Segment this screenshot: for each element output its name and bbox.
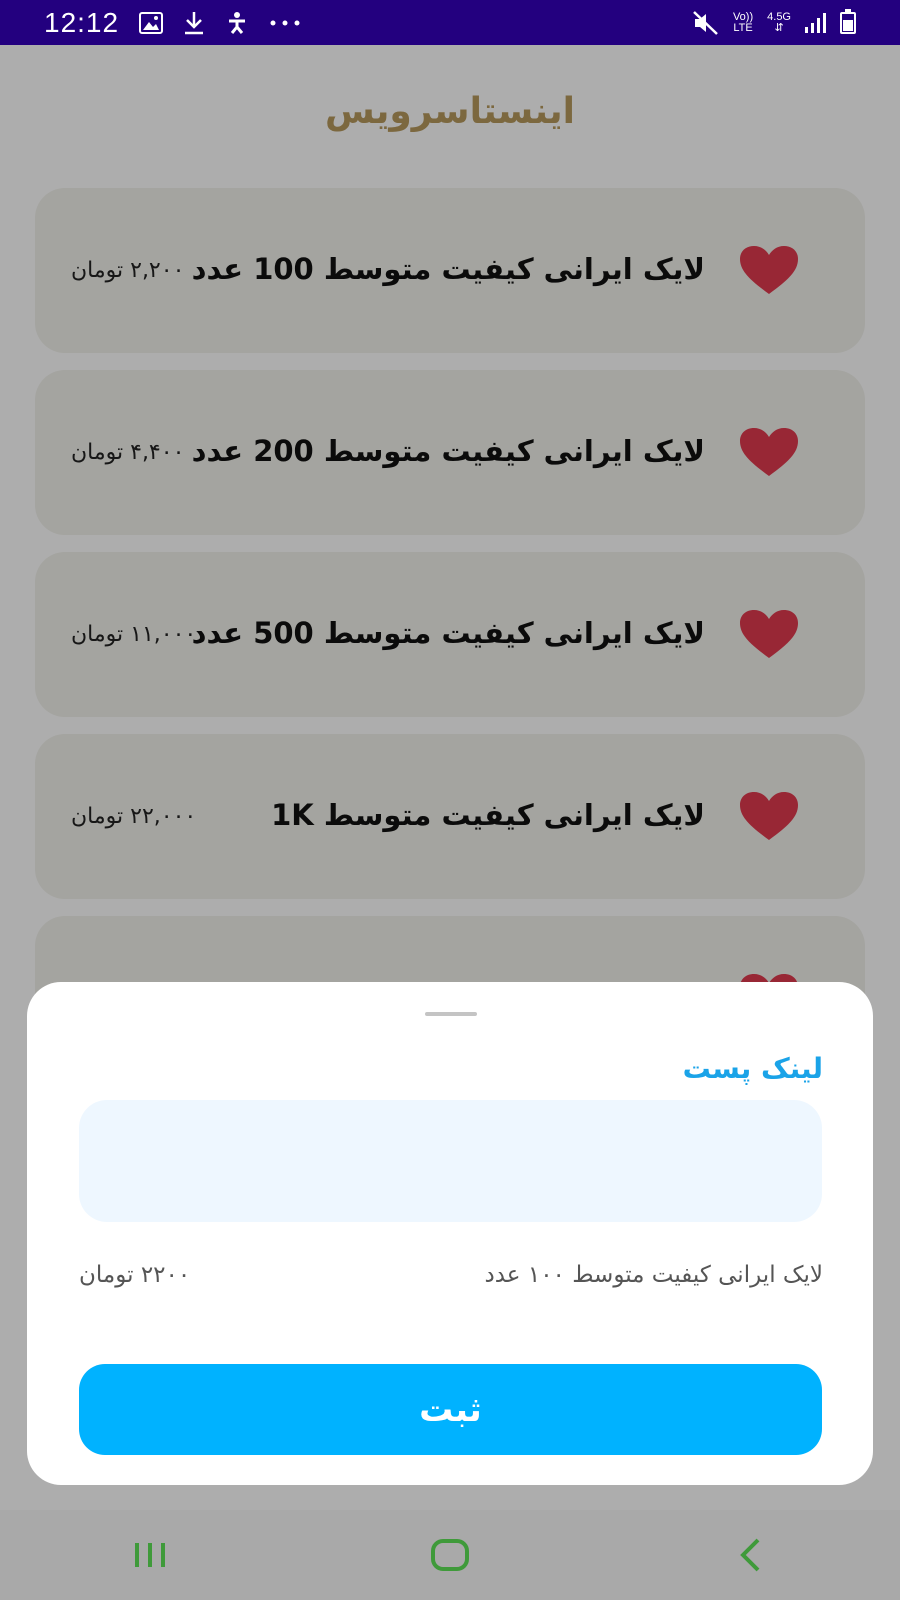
back-icon [740,1538,760,1572]
back-button[interactable] [710,1525,790,1585]
status-left-icons [139,11,301,35]
order-bottom-sheet: لینک پست لایک ایرانی کیفیت متوسط ۱۰۰ عدد… [27,982,873,1485]
signal-icon [805,12,826,33]
data-type-indicator: 4.5G ⇵ [767,10,791,34]
network-lte: LTE [733,21,753,34]
status-time: 12:12 [44,6,120,38]
sheet-drag-handle[interactable] [425,1012,477,1016]
download-icon [185,11,204,34]
mute-icon [693,10,718,35]
data-arrows-icon: ⇵ [774,21,784,34]
post-link-input[interactable] [79,1100,822,1222]
status-bar: 12:12 Vo)) LTE 4.5G ⇵ [0,0,900,45]
selected-service-price: ۲۲۰۰ تومان [79,1262,191,1288]
recent-apps-button[interactable] [110,1525,190,1585]
data-type-label: 4.5G [767,10,791,23]
accessibility-icon [229,11,246,34]
gallery-icon [139,11,164,34]
home-button[interactable] [410,1525,490,1585]
selected-service-name: لایک ایرانی کیفیت متوسط ۱۰۰ عدد [484,1262,823,1288]
status-right-icons: Vo)) LTE 4.5G ⇵ [693,8,856,35]
recent-apps-icon [135,1543,165,1567]
network-indicator: Vo)) LTE [732,10,754,34]
more-dots-icon [270,20,300,25]
post-link-label: لینک پست [682,1052,823,1085]
submit-button[interactable]: ثبت [79,1364,822,1455]
network-vo: Vo)) [732,10,754,23]
battery-icon [840,8,856,34]
system-nav-bar [0,1510,900,1600]
home-icon [431,1539,469,1571]
